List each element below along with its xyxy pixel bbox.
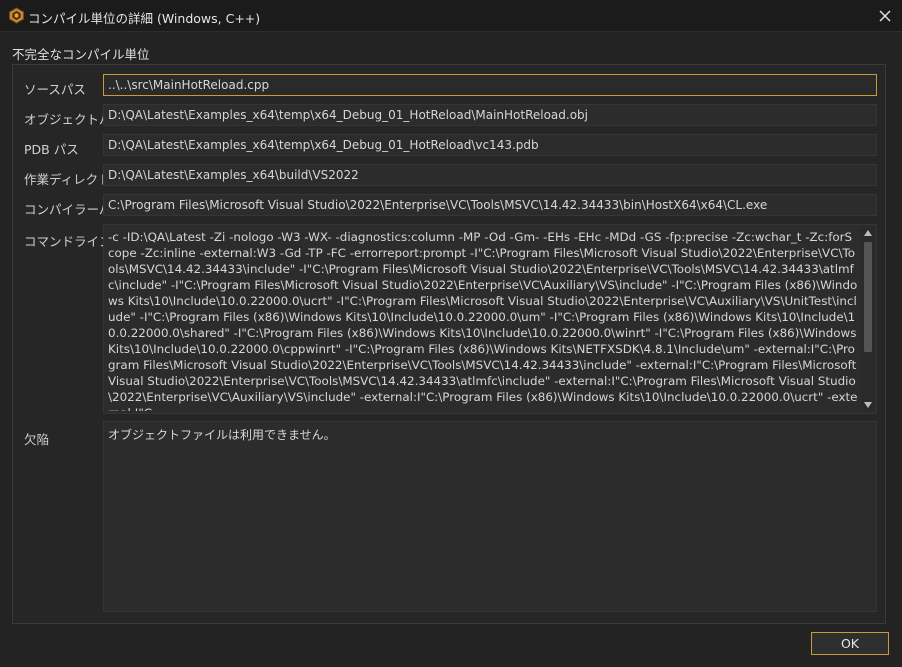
command-line-scrollbar[interactable] [861,226,875,412]
object-path-field[interactable]: D:\QA\Latest\Examples_x64\temp\x64_Debug… [103,104,877,126]
scroll-up-button[interactable] [861,226,875,240]
pdb-path-field[interactable]: D:\QA\Latest\Examples_x64\temp\x64_Debug… [103,134,877,156]
source-path-field[interactable]: ..\..\src\MainHotReload.cpp [103,74,877,96]
defect-text: オブジェクトファイルは利用できません。 [108,428,336,442]
defect-textbox[interactable]: オブジェクトファイルは利用できません。 [103,421,877,612]
command-line-textbox[interactable]: -c -ID:\QA\Latest -Zi -nologo -W3 -WX- -… [103,224,877,414]
source-path-label: ソースパス [24,82,86,97]
compiler-path-field[interactable]: C:\Program Files\Microsoft Visual Studio… [103,194,877,216]
section-title: 不完全なコンパイル単位 [12,47,150,62]
working-directory-field[interactable]: D:\QA\Latest\Examples_x64\build\VS2022 [103,164,877,186]
command-line-text: -c -ID:\QA\Latest -Zi -nologo -W3 -WX- -… [108,230,858,411]
pdb-path-label: PDB パス [24,142,79,157]
ok-button[interactable]: OK [811,632,889,655]
title-bar: コンパイル単位の詳細 (Windows, C++) [0,0,902,32]
window-title: コンパイル単位の詳細 (Windows, C++) [28,11,261,26]
scroll-up-icon [864,230,872,236]
scroll-thumb[interactable] [864,242,872,352]
command-line-label: コマンドライン [24,234,112,249]
defect-label: 欠陥 [24,432,50,447]
scroll-down-icon [864,402,872,408]
close-icon [879,10,891,21]
scroll-down-button[interactable] [861,398,875,412]
close-button[interactable] [868,0,902,31]
app-logo-icon [8,7,25,24]
